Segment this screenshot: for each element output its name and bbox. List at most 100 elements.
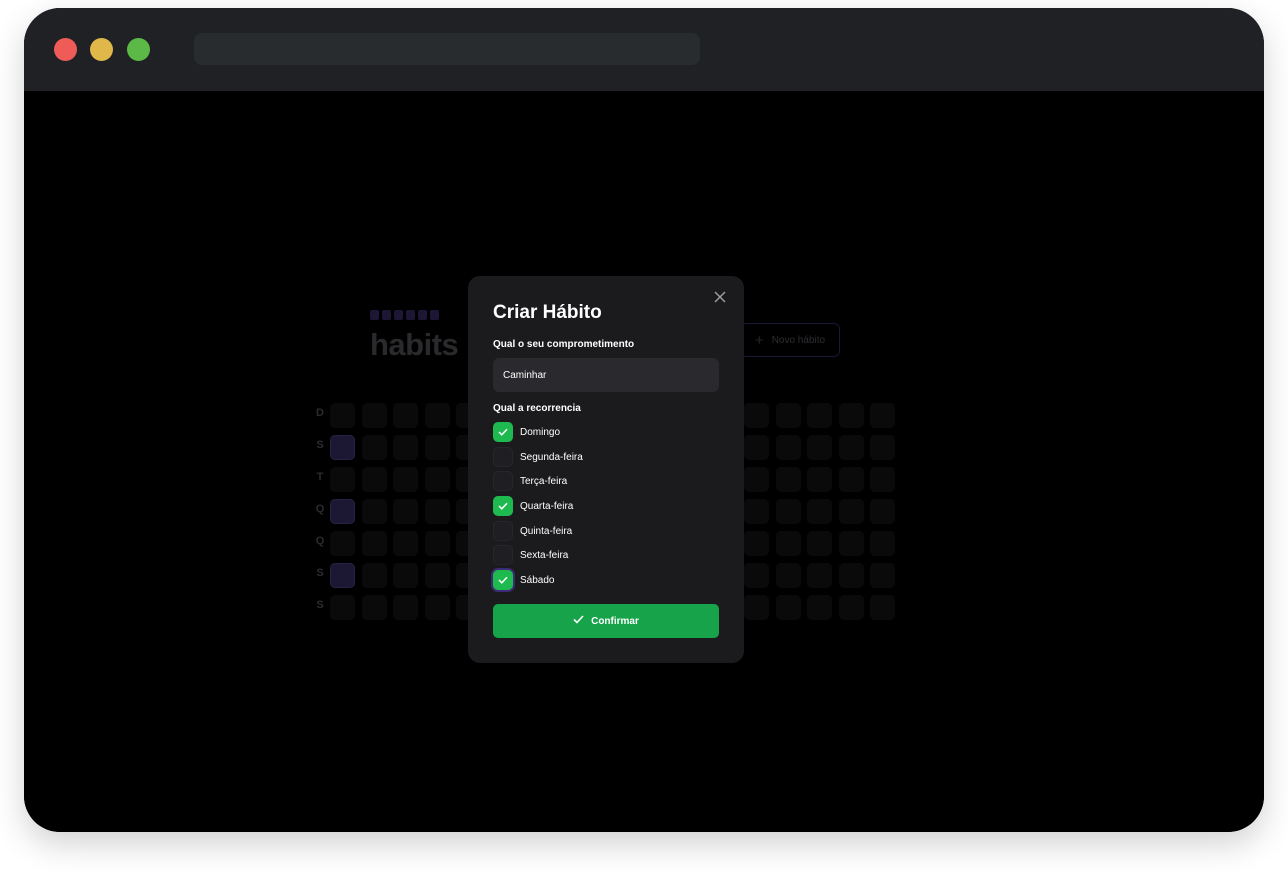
confirm-button[interactable]: Confirmar — [493, 604, 719, 638]
habit-day-cell[interactable] — [425, 403, 450, 428]
check-icon — [498, 502, 508, 510]
habit-day-cell[interactable] — [362, 595, 387, 620]
checkbox[interactable] — [493, 447, 513, 467]
habit-day-cell[interactable] — [330, 467, 355, 492]
habit-day-cell[interactable] — [362, 403, 387, 428]
habit-day-cell[interactable] — [839, 467, 864, 492]
habit-day-cell[interactable] — [744, 467, 769, 492]
habit-day-cell[interactable] — [776, 595, 801, 620]
day-label: Domingo — [520, 426, 561, 438]
habit-day-cell[interactable] — [393, 499, 418, 524]
habit-day-cell[interactable] — [393, 435, 418, 460]
habit-day-cell[interactable] — [839, 595, 864, 620]
checkbox[interactable] — [493, 471, 513, 491]
habit-day-cell[interactable] — [362, 467, 387, 492]
day-checkbox-segunda[interactable]: Segunda-feira — [493, 447, 583, 467]
habit-day-cell[interactable] — [807, 499, 832, 524]
habit-day-cell[interactable] — [870, 467, 895, 492]
habit-day-cell[interactable] — [425, 595, 450, 620]
habit-day-cell[interactable] — [776, 563, 801, 588]
close-window-button[interactable] — [54, 38, 77, 61]
habit-day-cell[interactable] — [330, 499, 355, 524]
habit-day-cell[interactable] — [362, 435, 387, 460]
plus-icon: + — [754, 331, 764, 349]
habit-day-cell[interactable] — [870, 499, 895, 524]
checkbox[interactable] — [493, 521, 513, 541]
habit-day-cell[interactable] — [744, 499, 769, 524]
habit-day-cell[interactable] — [744, 563, 769, 588]
day-label: Terça-feira — [520, 475, 568, 487]
habit-day-cell[interactable] — [776, 499, 801, 524]
habit-day-cell[interactable] — [330, 435, 355, 460]
habit-day-cell[interactable] — [362, 531, 387, 556]
weekday-label: S — [316, 599, 324, 611]
habit-day-cell[interactable] — [425, 467, 450, 492]
habit-day-cell[interactable] — [839, 403, 864, 428]
habit-day-cell[interactable] — [744, 435, 769, 460]
browser-window: habits + Novo hábito D S T Q Q S S Criar Hábit… — [24, 8, 1264, 832]
day-label: Quarta-feira — [520, 500, 574, 512]
habit-day-cell[interactable] — [330, 403, 355, 428]
habit-day-cell[interactable] — [776, 403, 801, 428]
habit-day-cell[interactable] — [807, 563, 832, 588]
weekday-label: S — [316, 567, 324, 579]
habit-day-cell[interactable] — [776, 435, 801, 460]
habit-day-cell[interactable] — [807, 595, 832, 620]
habit-day-cell[interactable] — [807, 435, 832, 460]
day-label: Sexta-feira — [520, 549, 569, 561]
modal-title: Criar Hábito — [493, 302, 602, 323]
weekday-label: T — [316, 471, 324, 483]
habit-day-cell[interactable] — [744, 403, 769, 428]
day-checkbox-quinta[interactable]: Quinta-feira — [493, 521, 572, 541]
day-checkbox-domingo[interactable]: Domingo — [493, 422, 560, 442]
habit-day-cell[interactable] — [330, 595, 355, 620]
day-label: Sábado — [520, 574, 555, 586]
habit-day-cell[interactable] — [870, 435, 895, 460]
habit-day-cell[interactable] — [393, 531, 418, 556]
day-checkbox-terca[interactable]: Terça-feira — [493, 471, 567, 491]
habit-day-cell[interactable] — [807, 531, 832, 556]
habit-day-cell[interactable] — [362, 563, 387, 588]
habit-day-cell[interactable] — [870, 531, 895, 556]
habit-day-cell[interactable] — [776, 467, 801, 492]
checkbox[interactable] — [493, 570, 513, 590]
habit-day-cell[interactable] — [425, 499, 450, 524]
checkbox[interactable] — [493, 496, 513, 516]
maximize-window-button[interactable] — [127, 38, 150, 61]
habit-day-cell[interactable] — [839, 435, 864, 460]
checkbox[interactable] — [493, 422, 513, 442]
page-content: habits + Novo hábito D S T Q Q S S Criar Hábit… — [24, 91, 1264, 832]
checkbox[interactable] — [493, 545, 513, 565]
habit-day-cell[interactable] — [870, 595, 895, 620]
commitment-input[interactable] — [493, 358, 719, 392]
habit-day-cell[interactable] — [393, 403, 418, 428]
habit-day-cell[interactable] — [393, 563, 418, 588]
habit-day-cell[interactable] — [870, 563, 895, 588]
minimize-window-button[interactable] — [90, 38, 113, 61]
day-checkbox-quarta[interactable]: Quarta-feira — [493, 496, 573, 516]
close-icon[interactable] — [712, 289, 728, 305]
habit-day-cell[interactable] — [362, 499, 387, 524]
habit-day-cell[interactable] — [425, 435, 450, 460]
habit-day-cell[interactable] — [839, 531, 864, 556]
habit-day-cell[interactable] — [744, 531, 769, 556]
habit-day-cell[interactable] — [330, 563, 355, 588]
day-checkbox-sabado[interactable]: Sábado — [493, 570, 554, 590]
habit-day-cell[interactable] — [807, 467, 832, 492]
habit-day-cell[interactable] — [393, 595, 418, 620]
habit-day-cell[interactable] — [744, 595, 769, 620]
habit-day-cell[interactable] — [425, 563, 450, 588]
habit-day-cell[interactable] — [425, 531, 450, 556]
check-icon — [573, 615, 584, 627]
habit-day-cell[interactable] — [839, 563, 864, 588]
habit-day-cell[interactable] — [330, 531, 355, 556]
new-habit-button[interactable]: + Novo hábito — [740, 323, 840, 357]
create-habit-modal: Criar Hábito Qual o seu comprometimento … — [468, 276, 744, 663]
habit-day-cell[interactable] — [839, 499, 864, 524]
habit-day-cell[interactable] — [807, 403, 832, 428]
habit-day-cell[interactable] — [393, 467, 418, 492]
day-checkbox-sexta[interactable]: Sexta-feira — [493, 545, 568, 565]
habit-day-cell[interactable] — [776, 531, 801, 556]
address-bar[interactable] — [194, 33, 700, 65]
habit-day-cell[interactable] — [870, 403, 895, 428]
